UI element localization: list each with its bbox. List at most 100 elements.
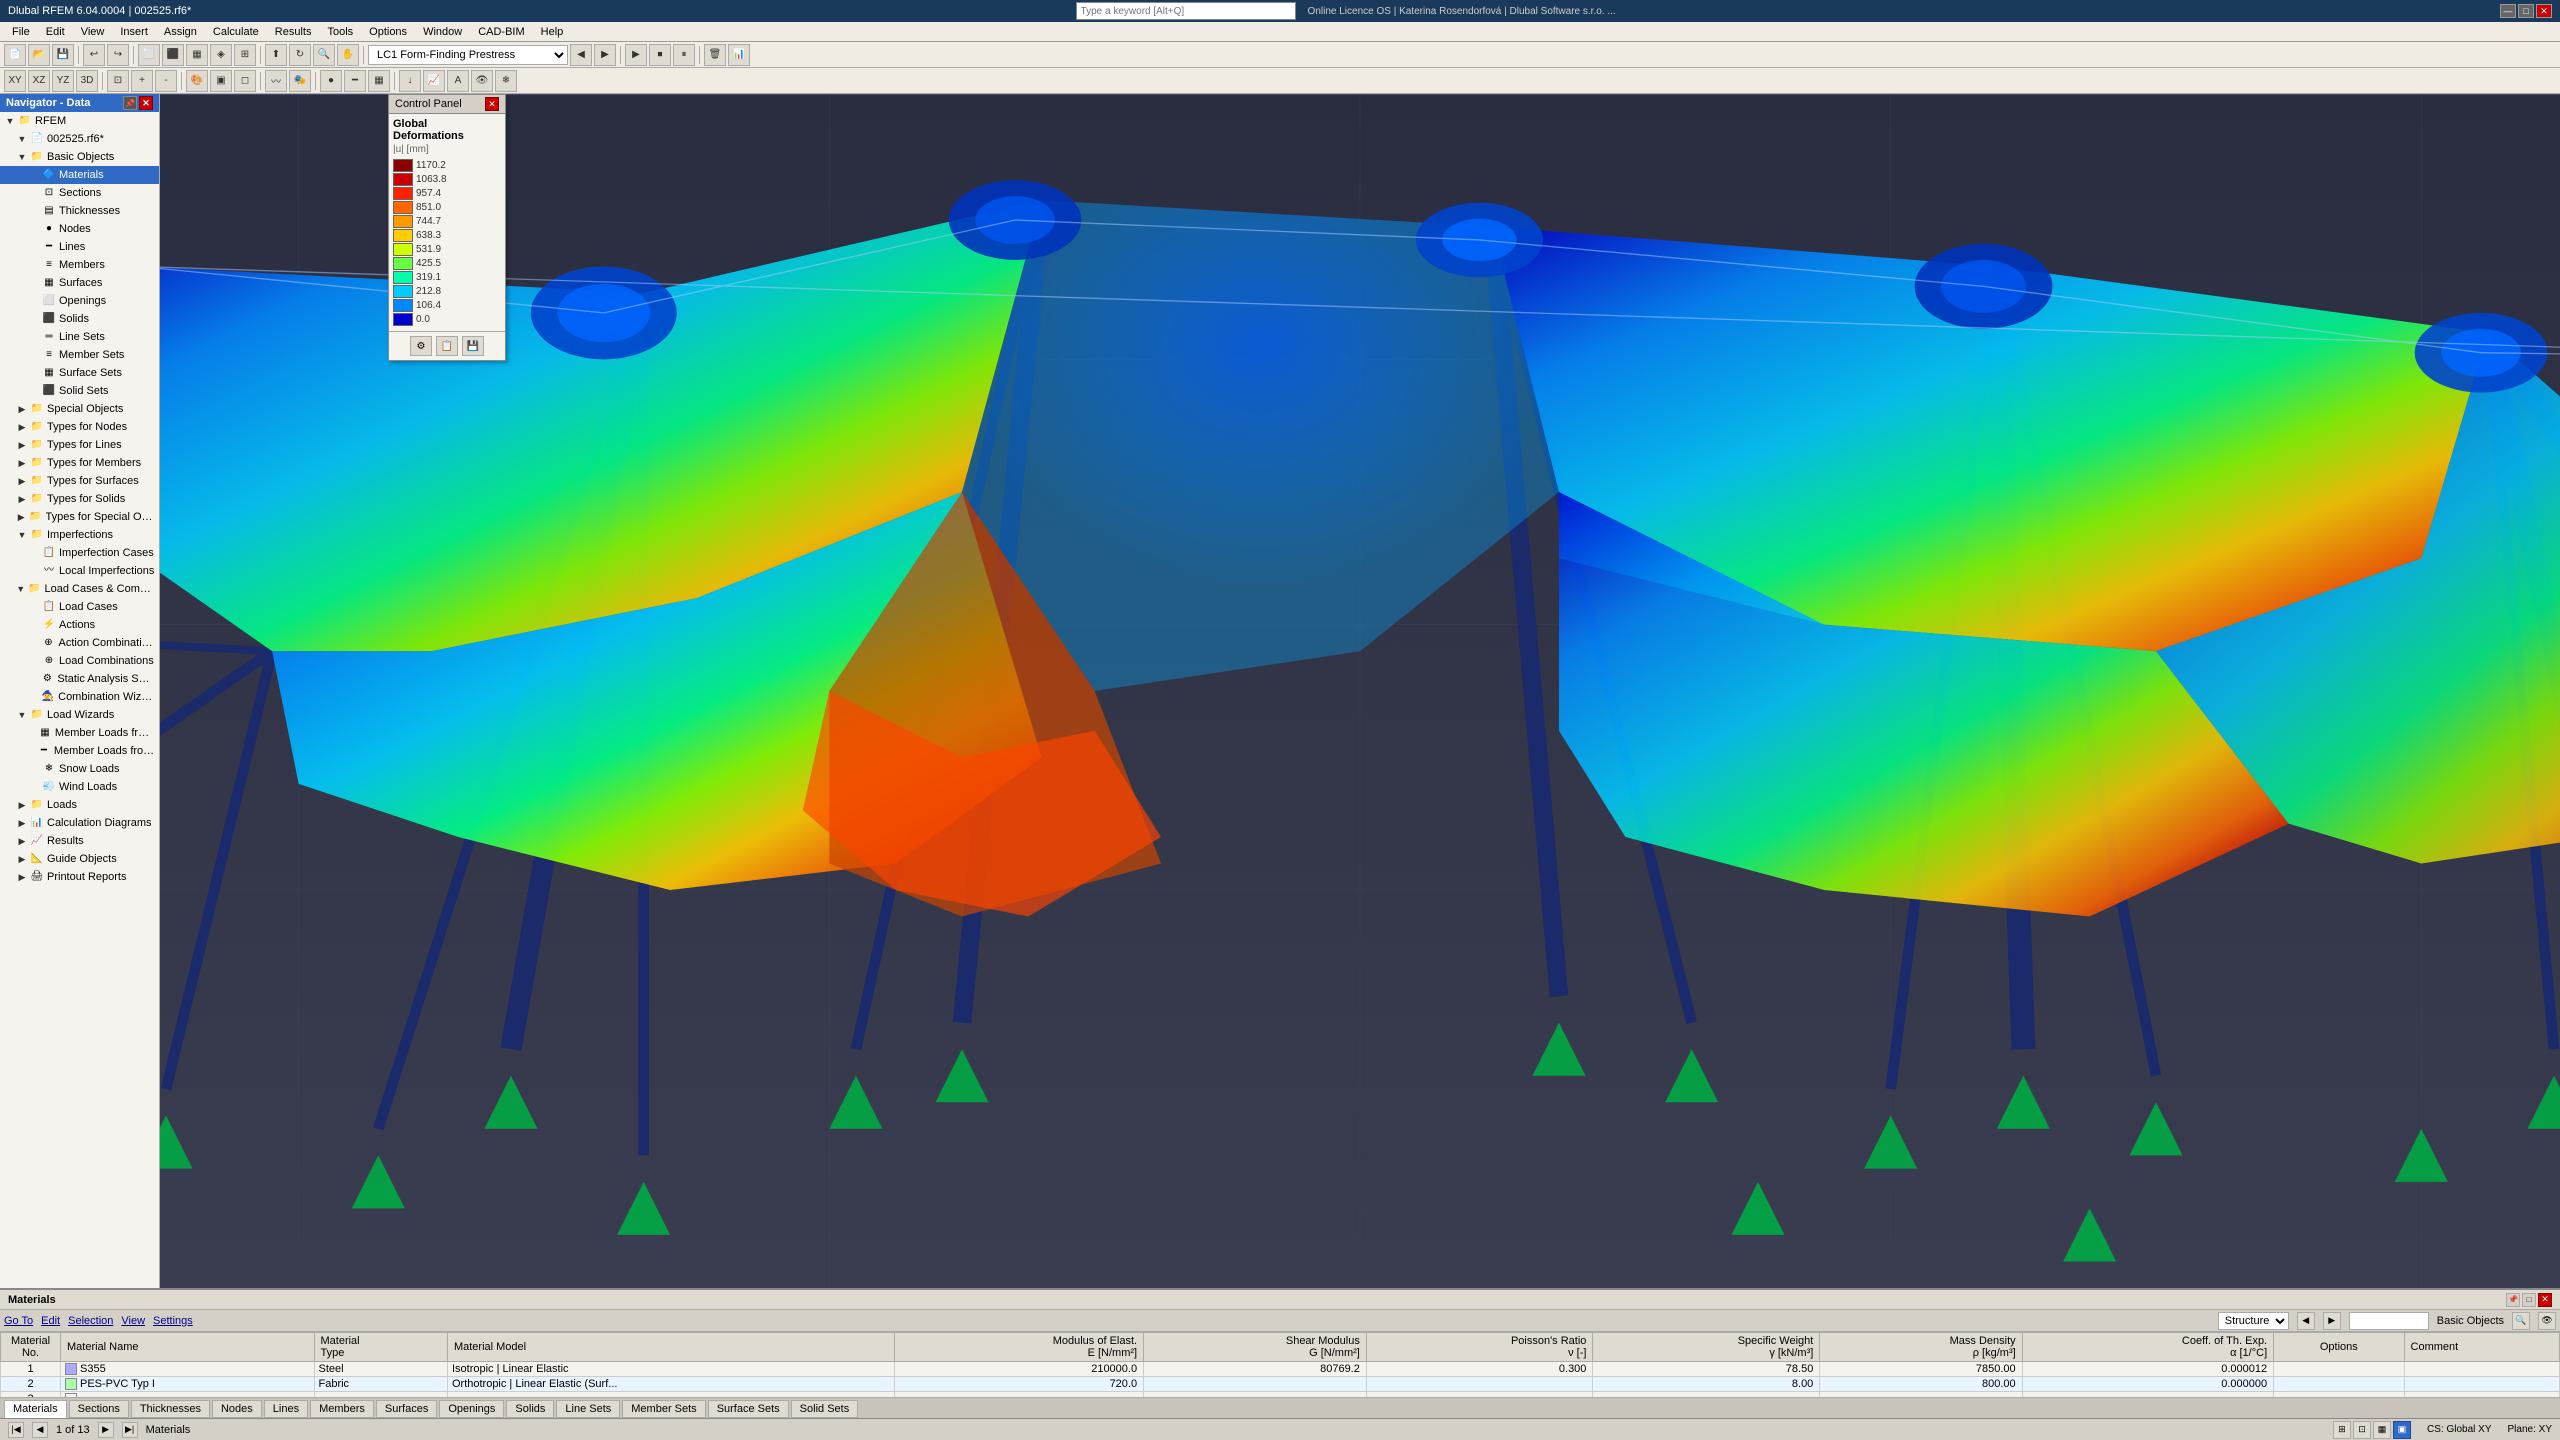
redo-btn[interactable]: ↪ [107,44,129,66]
nav-calc-diagrams[interactable]: ▶ 📊 Calculation Diagrams [0,814,159,832]
view-icon-3[interactable]: ▦ [2373,1421,2391,1439]
open-btn[interactable]: 📂 [28,44,50,66]
new-btn[interactable]: 📄 [4,44,26,66]
view-label[interactable]: View [121,1315,145,1327]
nav-basic-objects[interactable]: ▼ 📁 Basic Objects [0,148,159,166]
nav-sections[interactable]: ⊡ Sections [0,184,159,202]
pan-btn[interactable]: ✋ [337,44,359,66]
scale-export-btn[interactable]: 💾 [462,336,484,356]
hide-btn[interactable]: 👁 [471,70,493,92]
wireframe-btn[interactable]: ▣ [210,70,232,92]
menu-view[interactable]: View [73,24,113,40]
contour-btn[interactable]: 🎭 [289,70,311,92]
tab-member-sets[interactable]: Member Sets [622,1400,705,1418]
tab-nodes[interactable]: Nodes [212,1400,262,1418]
page-nav-last[interactable]: ▶| [122,1422,138,1438]
view-3d-btn[interactable]: 3D [76,70,98,92]
view-icon-1[interactable]: ⊞ [2333,1421,2351,1439]
nav-types-special[interactable]: ▶ 📁 Types for Special Objects [0,508,159,526]
delete-btn[interactable]: 🗑 [704,44,726,66]
nav-types-lines[interactable]: ▶ 📁 Types for Lines [0,436,159,454]
view-xy-btn[interactable]: XY [4,70,26,92]
nav-members[interactable]: ≡ Members [0,256,159,274]
nav-area-load[interactable]: ▦ Member Loads from Area Load [0,724,159,742]
nav-action-combinations[interactable]: ⊕ Action Combinations [0,634,159,652]
view-icon-4[interactable]: ▣ [2393,1421,2411,1439]
zoom-out-btn[interactable]: - [155,70,177,92]
lc-dropdown[interactable]: LC1 Form-Finding Prestress [368,45,568,65]
undo-btn[interactable]: ↩ [83,44,105,66]
control-panel-header[interactable]: Control Panel ✕ [389,95,505,114]
nav-load-combinations[interactable]: ⊕ Load Combinations [0,652,159,670]
close-button[interactable]: ✕ [2536,4,2552,18]
tab-surfaces[interactable]: Surfaces [376,1400,437,1418]
tab-surface-sets[interactable]: Surface Sets [708,1400,789,1418]
view-btn5[interactable]: ⊞ [234,44,256,66]
menu-calculate[interactable]: Calculate [205,24,267,40]
nav-load-cases-combo[interactable]: ▼ 📁 Load Cases & Combinations [0,580,159,598]
nav-local-imperfections[interactable]: 〰 Local Imperfections [0,562,159,580]
menu-assign[interactable]: Assign [156,24,205,40]
tab-thicknesses[interactable]: Thicknesses [131,1400,210,1418]
nav-types-nodes[interactable]: ▶ 📁 Types for Nodes [0,418,159,436]
nav-load-wizards[interactable]: ▼ 📁 Load Wizards [0,706,159,724]
bottom-panel-max-btn[interactable]: □ [2522,1293,2536,1307]
page-nav-first[interactable]: |◀ [8,1422,24,1438]
nav-types-solids[interactable]: ▶ 📁 Types for Solids [0,490,159,508]
tab-materials[interactable]: Materials [4,1400,67,1418]
minimize-button[interactable]: — [2500,4,2516,18]
nav-loads[interactable]: ▶ 📁 Loads [0,796,159,814]
tab-openings[interactable]: Openings [439,1400,504,1418]
nav-imperfections[interactable]: ▼ 📁 Imperfections [0,526,159,544]
nav-wind-loads[interactable]: 💨 Wind Loads [0,778,159,796]
bottom-panel-pin-btn[interactable]: 📌 [2506,1293,2520,1307]
menu-insert[interactable]: Insert [112,24,156,40]
hidden-btn[interactable]: ◻ [234,70,256,92]
filter-input[interactable] [2349,1312,2429,1330]
scale-copy-btn[interactable]: 📋 [436,336,458,356]
nav-member-sets[interactable]: ≡ Member Sets [0,346,159,364]
nav-nodes[interactable]: ● Nodes [0,220,159,238]
menu-window[interactable]: Window [415,24,470,40]
surface-vis-btn[interactable]: ▦ [368,70,390,92]
save-btn[interactable]: 💾 [52,44,74,66]
scale-settings-btn[interactable]: ⚙ [410,336,432,356]
viewport-3d[interactable]: CS: Global XY Plane: XY Control Panel ✕ … [160,94,2560,1288]
control-panel-close-btn[interactable]: ✕ [485,97,499,111]
search-input[interactable] [1076,2,1296,20]
calc-btn2[interactable]: ⏹ [649,44,671,66]
view-btn3[interactable]: ▦ [186,44,208,66]
bottom-panel-close-btn[interactable]: ✕ [2538,1293,2552,1307]
nav-expand-project[interactable]: ▼ [16,133,28,145]
view-btn1[interactable]: ⬜ [138,44,160,66]
maximize-button[interactable]: □ [2518,4,2534,18]
view-yz-btn[interactable]: YZ [52,70,74,92]
nav-static-analysis[interactable]: ⚙ Static Analysis Settings [0,670,159,688]
nav-actions[interactable]: ⚡ Actions [0,616,159,634]
nav-expand-basic[interactable]: ▼ [16,151,28,163]
member-vis-btn[interactable]: ━ [344,70,366,92]
edit-label[interactable]: Edit [41,1315,60,1327]
view-icon-2[interactable]: ⊡ [2353,1421,2371,1439]
nav-prev-btn[interactable]: ◀ [2297,1312,2315,1330]
load-vis-btn[interactable]: ↓ [399,70,421,92]
filter-btn[interactable]: 🔍 [2512,1312,2530,1330]
view-toggle-btn[interactable]: 👁 [2538,1312,2556,1330]
menu-help[interactable]: Help [533,24,572,40]
menu-tools[interactable]: Tools [319,24,361,40]
nav-solids[interactable]: ⬛ Solids [0,310,159,328]
tab-solids[interactable]: Solids [506,1400,554,1418]
page-nav-prev[interactable]: ◀ [32,1422,48,1438]
view-xz-btn[interactable]: XZ [28,70,50,92]
tab-sections[interactable]: Sections [69,1400,129,1418]
menu-results[interactable]: Results [267,24,320,40]
view-btn4[interactable]: ◈ [210,44,232,66]
results-btn[interactable]: 📊 [728,44,750,66]
freeze-btn[interactable]: ❄ [495,70,517,92]
nav-printout-reports[interactable]: ▶ 🖨 Printout Reports [0,868,159,886]
nav-expand-materials[interactable] [28,169,40,181]
nav-guide-objects[interactable]: ▶ 📐 Guide Objects [0,850,159,868]
menu-file[interactable]: File [4,24,38,40]
nav-results[interactable]: ▶ 📈 Results [0,832,159,850]
deform-btn[interactable]: 〰 [265,70,287,92]
